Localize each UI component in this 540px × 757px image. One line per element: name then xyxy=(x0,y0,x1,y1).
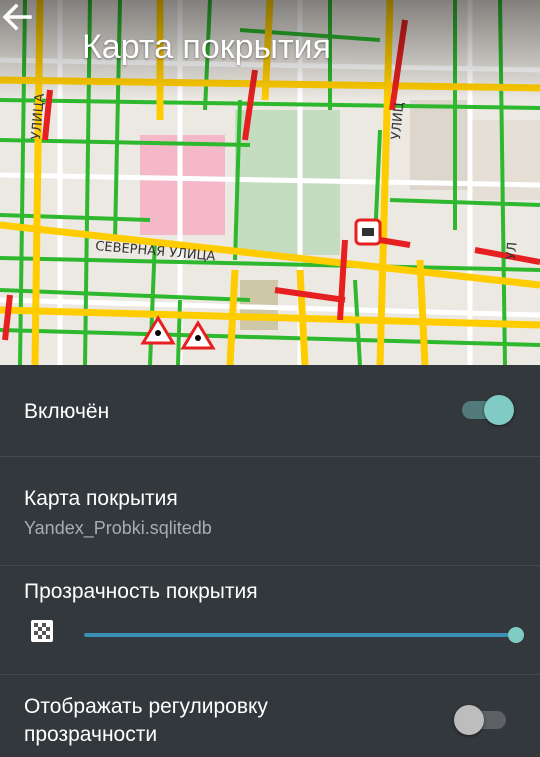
transparency-slider[interactable] xyxy=(84,627,524,643)
checkerboard-icon xyxy=(31,620,53,642)
accident-sign-icon xyxy=(354,218,382,246)
arrow-left-icon[interactable] xyxy=(0,0,34,34)
show-transparency-row[interactable]: Отображать регулировку прозрачности xyxy=(0,675,540,757)
overlay-map-value: Yandex_Probki.sqlitedb xyxy=(24,518,212,538)
slider-track xyxy=(84,633,516,637)
slider-thumb[interactable] xyxy=(508,627,524,643)
enabled-row[interactable]: Включён xyxy=(0,365,540,457)
transparency-row: Прозрачность покрытия xyxy=(0,566,540,675)
show-transparency-label-line1: Отображать регулировку xyxy=(24,695,268,718)
overlay-map-row[interactable]: Карта покрытия Yandex_Probki.sqlitedb xyxy=(0,457,540,566)
enabled-toggle[interactable] xyxy=(458,393,514,427)
transparency-label: Прозрачность покрытия xyxy=(24,580,258,603)
coverage-map-preview: СЕВЕРНАЯ УЛИЦА УЛИЦ УЛИЦА УЛ Карта покры… xyxy=(0,0,540,365)
overlay-map-label: Карта покрытия xyxy=(24,487,178,510)
enabled-label: Включён xyxy=(24,400,110,423)
show-transparency-toggle[interactable] xyxy=(454,703,510,737)
page-title: Карта покрытия xyxy=(82,28,331,66)
show-transparency-label-line2: прозрачности xyxy=(24,723,158,746)
street-label: УЛ xyxy=(504,241,520,260)
